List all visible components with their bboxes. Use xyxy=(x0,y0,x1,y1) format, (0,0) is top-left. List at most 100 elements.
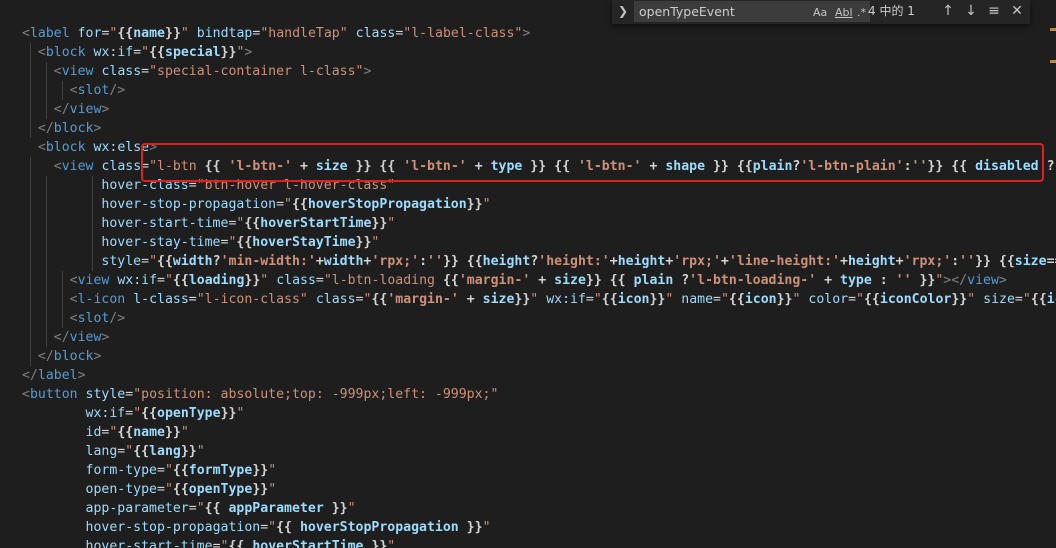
match-case-icon[interactable]: Aa xyxy=(813,5,827,21)
code-line[interactable]: </view> xyxy=(22,328,110,347)
code-line[interactable]: form-type="{{formType}}" xyxy=(22,461,277,480)
code-token: style xyxy=(101,254,142,269)
arrow-down-icon[interactable]: ↓ xyxy=(961,1,981,21)
code-token: 'rpx;' xyxy=(371,254,420,269)
code-editor[interactable]: <label for="{{name}}" bindtap="handleTap… xyxy=(0,0,1056,548)
find-input[interactable]: openTypeEvent Aa Abl .* xyxy=(634,1,870,22)
code-line[interactable]: open-type="{{openType}}" xyxy=(22,480,277,499)
code-token: }} xyxy=(776,292,793,307)
code-line[interactable]: <button style="position: absolute;top: -… xyxy=(22,385,498,404)
match-whole-word-icon[interactable]: Abl xyxy=(835,5,853,21)
code-token: }} xyxy=(220,406,237,421)
code-token: {{ xyxy=(172,463,189,478)
find-in-selection-icon[interactable]: ≡ xyxy=(984,1,1004,21)
code-token: "special-container l-class" xyxy=(149,64,364,79)
regex-icon[interactable]: .* xyxy=(857,5,866,21)
code-line[interactable]: </block> xyxy=(22,119,102,138)
chevron-right-icon[interactable]: ❯ xyxy=(612,0,634,24)
code-token: block xyxy=(53,121,94,136)
highlight-annotation-box xyxy=(141,143,1044,182)
code-line[interactable]: <slot/> xyxy=(22,309,126,328)
code-line[interactable]: hover-stop-propagation="{{hoverStopPropa… xyxy=(22,195,491,214)
code-line[interactable]: <block wx:if="{{special}}"> xyxy=(22,43,252,62)
code-token: " xyxy=(149,254,158,269)
code-token: block xyxy=(53,349,94,364)
code-token: l-class xyxy=(133,292,189,307)
code-token: 'rpx;' xyxy=(903,254,952,269)
code-token: hoverStopPropagation xyxy=(299,520,459,535)
code-line[interactable]: </block> xyxy=(22,347,102,366)
match-count: 4 中的 1 xyxy=(868,4,915,18)
code-token: size xyxy=(482,292,515,307)
code-token: form-type xyxy=(85,463,157,478)
code-token: > xyxy=(101,330,110,345)
code-token: " xyxy=(284,197,292,212)
code-token: " xyxy=(236,406,245,421)
code-token: = xyxy=(141,64,150,79)
code-token: = xyxy=(125,387,134,402)
code-line[interactable]: style="{{width?'min-width:'+width+'rpx;'… xyxy=(22,252,1056,271)
code-token: " xyxy=(1022,292,1031,307)
code-token: " xyxy=(268,520,277,535)
close-icon[interactable]: ✕ xyxy=(1007,1,1027,21)
code-line[interactable]: hover-stay-time="{{hoverStayTime}}" xyxy=(22,233,379,252)
scrollbar-overview[interactable] xyxy=(1042,0,1056,548)
code-token: {{ xyxy=(236,235,253,250)
code-token: " xyxy=(387,216,396,231)
code-token: " xyxy=(196,501,205,516)
code-line[interactable]: hover-start-time="{{hoverStartTime}}" xyxy=(22,214,395,233)
code-line[interactable]: <view class="special-container l-class"> xyxy=(22,62,372,81)
code-token: " xyxy=(482,520,491,535)
code-line[interactable]: lang="{{lang}}" xyxy=(22,442,205,461)
code-token: size xyxy=(983,292,1015,307)
code-token: hover-stop-propagation xyxy=(101,197,277,212)
code-line[interactable]: <label for="{{name}}" bindtap="handleTap… xyxy=(22,24,530,43)
code-token: view xyxy=(69,102,102,117)
code-token: app-parameter xyxy=(85,501,189,516)
code-line[interactable]: </label> xyxy=(22,366,86,385)
code-line[interactable]: <view wx:if="{{loading}}" class="l-btn-l… xyxy=(22,271,1007,290)
code-line[interactable]: <block wx:else> xyxy=(22,138,157,157)
code-token: openType xyxy=(188,482,253,497)
code-line[interactable]: hover-stop-propagation="{{ hoverStopProp… xyxy=(22,518,491,537)
code-token: }} xyxy=(371,216,388,231)
code-token: " xyxy=(593,292,602,307)
code-token: " xyxy=(482,197,491,212)
code-token: </ xyxy=(53,102,70,117)
code-line[interactable]: <slot/> xyxy=(22,81,126,100)
code-token: {{ xyxy=(141,406,158,421)
code-token: > xyxy=(77,368,86,383)
code-token: " xyxy=(164,482,173,497)
code-token: < xyxy=(53,159,62,174)
code-token: width xyxy=(172,254,213,269)
code-token: " xyxy=(180,425,189,440)
code-token: : xyxy=(871,273,896,288)
code-token: /> xyxy=(109,83,126,98)
code-token: {{ xyxy=(863,292,880,307)
code-line[interactable]: id="{{name}}" xyxy=(22,423,189,442)
code-line[interactable]: app-parameter="{{ appParameter }}" xyxy=(22,499,356,518)
code-token: = xyxy=(276,197,285,212)
code-token: + xyxy=(840,254,848,269)
code-token: 'margin-' xyxy=(387,292,459,307)
code-token: "position: absolute;top: -999px;left: -9… xyxy=(133,387,499,402)
code-line[interactable]: hover-start-time="{{ hoverStartTime }}" xyxy=(22,537,396,548)
code-token: " xyxy=(164,273,173,288)
code-line[interactable]: </view> xyxy=(22,100,110,119)
code-line[interactable]: wx:if="{{openType}}" xyxy=(22,404,245,423)
code-token: class xyxy=(276,273,316,288)
arrow-up-icon[interactable]: ↑ xyxy=(938,1,958,21)
code-line[interactable]: <l-icon l-class="l-icon-class" class="{{… xyxy=(22,290,1056,309)
code-token: id xyxy=(85,425,102,440)
code-token: }} xyxy=(363,539,388,548)
